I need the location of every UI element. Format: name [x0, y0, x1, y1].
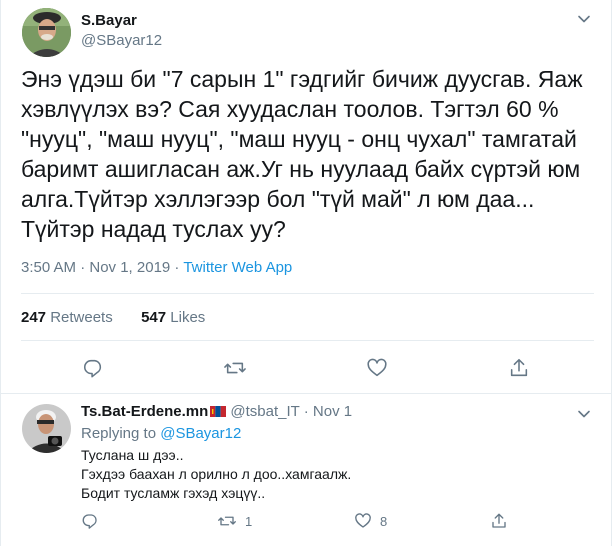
- reply-header: Ts.Bat-Erdene.mn @tsbat_IT · Nov 1: [81, 402, 352, 422]
- tweet-text-line: "нууц", "маш нууц", "маш нууц - онц чуха…: [21, 126, 577, 152]
- reply-text-line: Бодит тусламж гэхэд хэцүү..: [81, 485, 266, 501]
- tweet-meta: 3:50 AM · Nov 1, 2019 · Twitter Web App: [21, 259, 292, 276]
- divider: [21, 340, 594, 341]
- retweet-count: 247: [21, 309, 47, 326]
- reply-author-name[interactable]: Ts.Bat-Erdene.mn: [81, 403, 208, 420]
- like-count: 547: [141, 309, 167, 326]
- tweet-text-line: Энэ үдэш би "7 сарын 1" гэдгийг бичиж ду…: [21, 66, 583, 92]
- tweet-text-line: баримт ашигласан аж.Уг нь нуулаад байх с…: [21, 156, 581, 182]
- tweet-stats: 247 Retweets 547 Likes: [21, 309, 205, 326]
- reply-button[interactable]: [81, 356, 105, 380]
- retweets-stat[interactable]: 247 Retweets: [21, 309, 113, 326]
- reply-author-avatar[interactable]: [22, 404, 71, 453]
- like-label: Likes: [166, 309, 206, 326]
- reply-retweet-button[interactable]: 1: [217, 511, 252, 531]
- divider: [21, 293, 594, 294]
- mongolian-flag-icon: [210, 403, 227, 417]
- divider: [1, 393, 612, 394]
- replying-mention-link[interactable]: @SBayar12: [160, 425, 241, 442]
- retweet-label: Retweets: [46, 309, 113, 326]
- reply-icon: [82, 514, 97, 529]
- chevron-down-icon[interactable]: [575, 10, 593, 28]
- heart-icon: [355, 513, 371, 528]
- share-icon: [510, 358, 528, 377]
- replying-label: Replying to: [81, 425, 161, 442]
- reply-handle-date[interactable]: @tsbat_IT · Nov 1: [226, 403, 352, 420]
- retweet-button[interactable]: [222, 356, 248, 380]
- heart-icon: [367, 358, 387, 377]
- reply-text-line: Туслана ш дээ..: [81, 447, 184, 463]
- reply-text-line: Гэхдээ баахан л орилно л доо..хамгаалж.: [81, 466, 352, 482]
- like-button[interactable]: [365, 356, 389, 380]
- share-button[interactable]: [507, 356, 531, 380]
- tweet-detail-frame: S.Bayar @SBayar12 Энэ үдэш би "7 сарын 1…: [0, 0, 612, 546]
- tweet-text-line: алга.Түйтэр хэллэгээр бол "түй май" л юм…: [21, 186, 535, 212]
- replying-to: Replying to @SBayar12: [81, 424, 241, 444]
- chevron-down-icon[interactable]: [575, 405, 593, 423]
- tweet-timestamp[interactable]: 3:50 AM · Nov 1, 2019 ·: [21, 259, 183, 276]
- reply-reply-button[interactable]: [81, 511, 99, 531]
- author-name[interactable]: S.Bayar: [81, 11, 162, 31]
- reply-like-count: 8: [380, 513, 388, 529]
- author-avatar[interactable]: [22, 8, 71, 57]
- reply-share-button[interactable]: [490, 511, 508, 531]
- author-handle[interactable]: @SBayar12: [81, 31, 162, 51]
- likes-stat[interactable]: 547 Likes: [141, 309, 205, 326]
- tweet-source-link[interactable]: Twitter Web App: [183, 259, 292, 276]
- tweet-text-line: Түйтэр надад туслах уу?: [21, 216, 286, 242]
- reply-like-button[interactable]: 8: [354, 511, 387, 531]
- tweet-text: Энэ үдэш би "7 сарын 1" гэдгийг бичиж ду…: [21, 64, 601, 244]
- reply-icon: [83, 359, 102, 378]
- share-icon: [492, 513, 506, 528]
- tweet-text-line: хэвлүүлэх вэ? Сая хуудаслан тоолов. Тэгт…: [21, 96, 559, 122]
- reply-retweet-count: 1: [245, 513, 253, 529]
- retweet-icon: [224, 362, 246, 374]
- reply-text: Туслана ш дээ.. Гэхдээ баахан л орилно л…: [81, 446, 351, 503]
- retweet-icon: [218, 516, 236, 526]
